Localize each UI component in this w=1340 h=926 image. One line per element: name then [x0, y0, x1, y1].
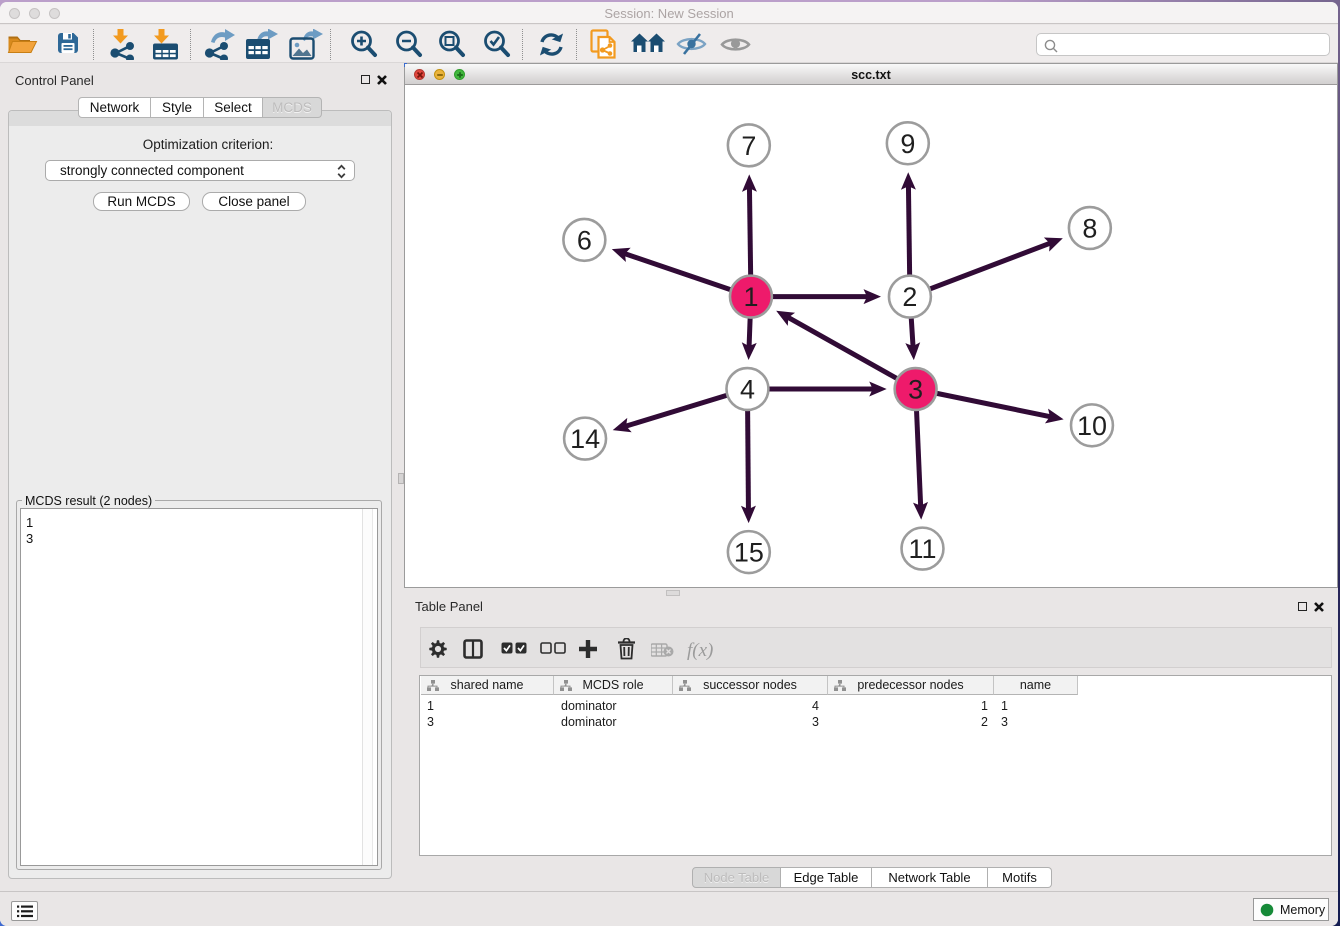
svg-text:8: 8 [1082, 214, 1097, 244]
svg-text:6: 6 [577, 225, 592, 255]
svg-text:14: 14 [570, 424, 600, 454]
svg-text:2: 2 [902, 282, 917, 312]
svg-text:10: 10 [1077, 411, 1107, 441]
svg-text:7: 7 [741, 131, 756, 161]
svg-text:4: 4 [740, 375, 755, 405]
svg-text:9: 9 [900, 129, 915, 159]
svg-text:11: 11 [909, 534, 937, 564]
svg-text:3: 3 [908, 375, 923, 405]
svg-text:1: 1 [743, 282, 758, 312]
svg-text:15: 15 [734, 538, 764, 568]
